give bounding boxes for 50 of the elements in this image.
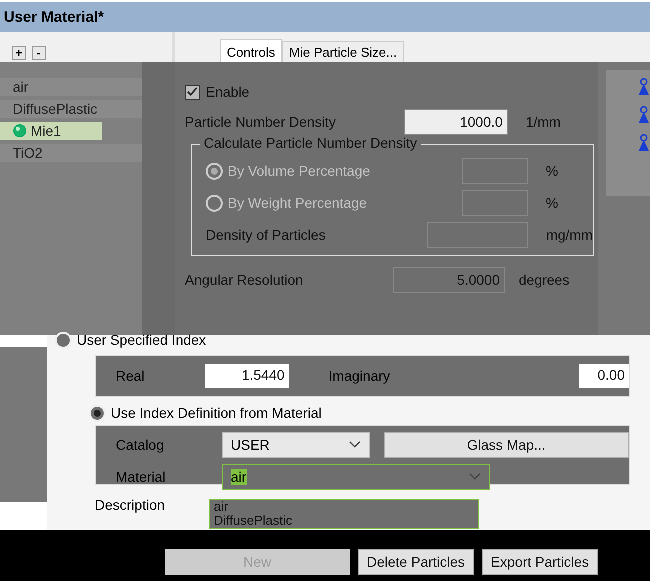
description-label: Description <box>95 497 166 513</box>
imaginary-label: Imaginary <box>328 368 390 384</box>
sphere-icon <box>13 124 27 138</box>
percentage-field[interactable] <box>462 190 528 216</box>
enable-label: Enable <box>206 84 250 100</box>
checkbox[interactable] <box>185 84 200 100</box>
field-label: Particle Number Density <box>185 114 336 130</box>
caret-icon <box>469 473 481 481</box>
catalog-label: Catalog <box>116 437 166 453</box>
unit-label: degrees <box>519 272 570 288</box>
density-field[interactable]: 1000.0 <box>404 109 508 135</box>
unit-label: % <box>546 195 558 211</box>
caret-icon <box>349 441 361 449</box>
option-label: Use Index Definition from Material <box>111 405 322 421</box>
density-of-particles-field[interactable] <box>426 222 528 248</box>
material-item[interactable]: air <box>0 78 142 96</box>
real-field[interactable]: 1.5440 <box>204 364 289 388</box>
dropdown-item[interactable]: air <box>210 500 478 514</box>
unit-label: mg/mm <box>546 227 593 243</box>
option-label: By Weight Percentage <box>228 195 368 211</box>
option-label: User Specified Index <box>77 332 206 348</box>
cone-icon <box>638 78 650 96</box>
add-button[interactable]: + <box>12 46 26 60</box>
material-label: Material <box>116 469 167 485</box>
check-icon <box>187 87 198 97</box>
material-item[interactable]: Mie1 <box>0 122 102 140</box>
material-dropdown[interactable]: air <box>222 464 490 490</box>
percentage-field[interactable] <box>462 158 528 184</box>
unit-label: 1/mm <box>526 114 561 130</box>
glass-map-button[interactable]: Glass Map... <box>384 432 629 458</box>
cone-icon <box>638 106 650 124</box>
catalog-dropdown[interactable]: USER <box>222 432 370 458</box>
cone-icon <box>638 134 650 152</box>
real-label: Real <box>116 368 145 384</box>
imaginary-field[interactable]: 0.00 <box>579 364 629 388</box>
dropdown-item[interactable]: DiffusePlastic <box>210 514 478 528</box>
tab[interactable]: Controls <box>220 39 282 62</box>
option-label: By Volume Percentage <box>228 163 372 179</box>
field-label: Angular Resolution <box>185 272 304 288</box>
tab[interactable]: Mie Particle Size... <box>282 41 404 62</box>
material-item[interactable]: DiffusePlastic <box>0 100 142 118</box>
material-item[interactable]: TiO2 <box>0 144 142 162</box>
action-button[interactable]: Export Particles <box>482 549 598 575</box>
angular-resolution-field[interactable]: 5.0000 <box>393 267 505 293</box>
group-title: Calculate Particle Number Density <box>200 135 422 151</box>
action-button[interactable]: Delete Particles <box>358 549 474 575</box>
remove-button[interactable]: - <box>32 46 46 60</box>
field-label: Density of Particles <box>206 227 327 243</box>
window-title: User Material* <box>0 0 650 32</box>
unit-label: % <box>546 163 558 179</box>
